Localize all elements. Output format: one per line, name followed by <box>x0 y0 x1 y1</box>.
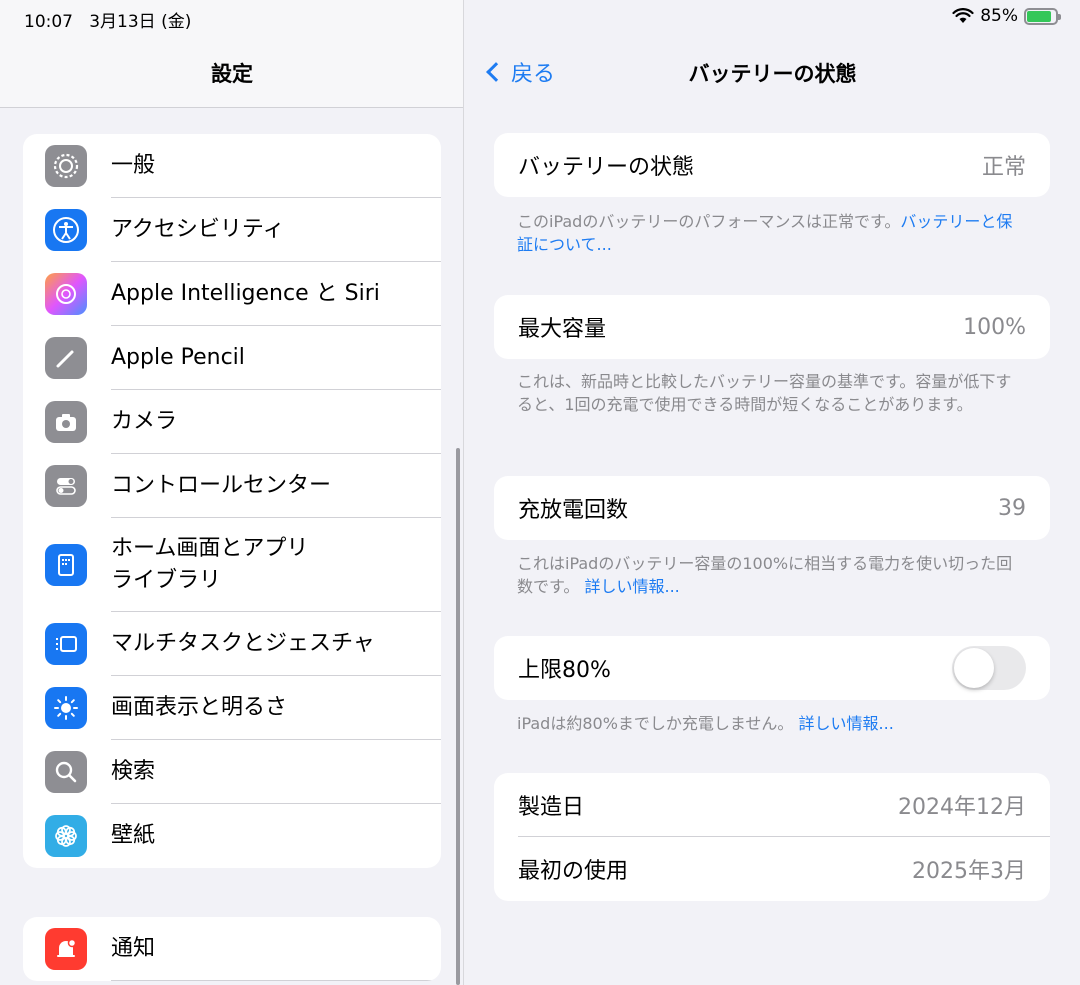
sidebar-item-display[interactable]: 画面表示と明るさ <box>23 676 441 740</box>
charge-limit-note: iPadは約80%までしか充電しません。 詳しい情報... <box>517 714 894 733</box>
sidebar-item-multitasking[interactable]: マルチタスクとジェスチャ <box>23 612 441 676</box>
notification-icon <box>45 928 87 970</box>
max-capacity-note: これは、新品時と比較したバッテリー容量の基準です。容量が低下すると、1回の充電で… <box>517 372 1012 414</box>
sidebar-title: 設定 <box>211 62 253 86</box>
apple-intelligence-icon <box>45 273 87 315</box>
sidebar-scrollbar[interactable] <box>456 448 460 985</box>
cycle-count-card: 充放電回数 39 <box>494 476 1050 540</box>
battery-health-value: 正常 <box>981 155 1026 180</box>
sidebar-item-camera[interactable]: カメラ <box>23 390 441 454</box>
sidebar-item-home-screen[interactable]: ホーム画面とアプリ ライブラリ <box>23 518 441 612</box>
dates-card: 製造日 2024年12月 最初の使用 2025年3月 <box>494 773 1050 901</box>
brightness-icon <box>45 687 87 729</box>
manufacture-date-value: 2024年12月 <box>898 795 1026 820</box>
settings-sidebar: 10:07 3月13日 (金) 設定 一般 アクセシビリティ Apple Int… <box>0 0 464 985</box>
charge-limit-card: 上限80% <box>494 636 1050 700</box>
sidebar-item-apple-intelligence[interactable]: Apple Intelligence と Siri <box>23 262 441 326</box>
charge-limit-toggle[interactable] <box>952 646 1026 690</box>
charge-limit-more-link[interactable]: 詳しい情報... <box>799 714 894 733</box>
manufacture-date-row: 製造日 2024年12月 <box>494 773 1050 837</box>
battery-health-card: バッテリーの状態 正常 <box>494 133 1050 197</box>
page-title: バッテリーの状態 <box>688 62 857 86</box>
max-capacity-row: 最大容量 100% <box>518 314 1026 343</box>
camera-icon <box>45 401 87 443</box>
battery-percent: 85% <box>980 6 1018 26</box>
settings-group-notifications: 通知 <box>23 917 441 981</box>
charge-limit-row: 上限80% <box>494 636 1050 700</box>
status-indicators: 85% <box>952 6 1061 26</box>
battery-health-row: バッテリーの状態 正常 <box>494 133 1050 197</box>
first-use-value: 2025年3月 <box>912 859 1026 884</box>
wallpaper-icon <box>45 815 87 857</box>
sidebar-item-search[interactable]: 検索 <box>23 740 441 804</box>
sidebar-header: 10:07 3月13日 (金) 設定 <box>0 0 463 108</box>
toggle-knob <box>954 648 994 688</box>
gear-icon <box>45 145 87 187</box>
battery-health-detail: 戻る バッテリーの状態 バッテリーの状態 正常 このiPadのバッテリーのパフォ… <box>465 0 1080 985</box>
sidebar-item-apple-pencil[interactable]: Apple Pencil <box>23 326 441 390</box>
max-capacity-card: 最大容量 100% <box>494 295 1050 359</box>
multitasking-icon <box>45 623 87 665</box>
pencil-icon <box>45 337 87 379</box>
cycle-count-more-link[interactable]: 詳しい情報... <box>585 577 680 596</box>
battery-health-note: このiPadのバッテリーのパフォーマンスは正常です。バッテリーと保証について..… <box>517 212 1013 254</box>
max-capacity-value: 100% <box>963 314 1026 340</box>
cycle-count-row: 充放電回数 39 <box>518 495 1026 524</box>
battery-icon <box>1024 7 1061 25</box>
sidebar-item-general[interactable]: 一般 <box>23 134 441 198</box>
search-icon <box>45 751 87 793</box>
accessibility-icon <box>45 209 87 251</box>
control-center-icon <box>45 465 87 507</box>
home-screen-icon <box>45 544 87 586</box>
status-time: 10:07 3月13日 (金) <box>24 12 192 32</box>
first-use-row: 最初の使用 2025年3月 <box>494 837 1050 901</box>
sidebar-item-wallpaper[interactable]: 壁紙 <box>23 804 441 868</box>
sidebar-item-control-center[interactable]: コントロールセンター <box>23 454 441 518</box>
sidebar-item-notifications[interactable]: 通知 <box>23 917 441 981</box>
settings-group-main: 一般 アクセシビリティ Apple Intelligence と Siri Ap… <box>23 134 441 868</box>
cycle-count-note: これはiPadのバッテリー容量の100%に相当する電力を使い切った回数です。 詳… <box>517 554 1013 596</box>
sidebar-item-accessibility[interactable]: アクセシビリティ <box>23 198 441 262</box>
cycle-count-value: 39 <box>998 495 1026 521</box>
wifi-icon <box>952 8 974 23</box>
